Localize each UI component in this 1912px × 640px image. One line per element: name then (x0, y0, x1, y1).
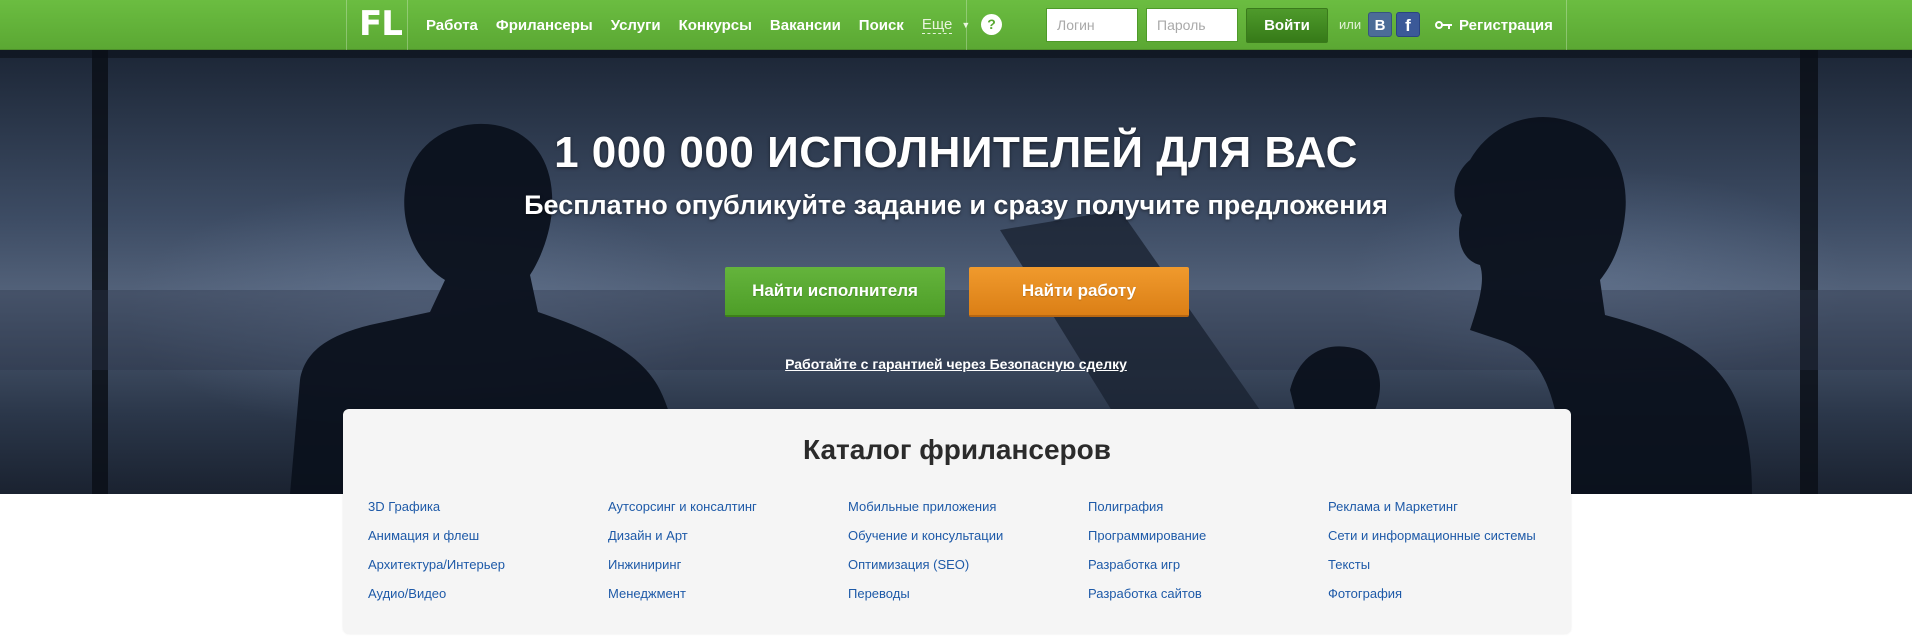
catalog-column: Мобильные приложения Обучение и консульт… (848, 492, 1078, 608)
hero-subtitle: Бесплатно опубликуйте задание и сразу по… (524, 190, 1388, 220)
catalog-link[interactable]: Аутсорсинг и консалтинг (608, 492, 838, 521)
nav-item-freelancers[interactable]: Фрилансеры (496, 17, 593, 34)
nav-item-contests[interactable]: Конкурсы (679, 17, 752, 34)
catalog-link[interactable]: Тексты (1328, 550, 1558, 579)
top-navigation-bar: FL Работа Фрилансеры Услуги Конкурсы Вак… (0, 0, 1912, 50)
catalog-title: Каталог фрилансеров (803, 434, 1111, 465)
safe-deal-link[interactable]: Работайте с гарантией через Безопасную с… (785, 356, 1127, 372)
catalog-column: Полиграфия Программирование Разработка и… (1088, 492, 1318, 608)
catalog-link[interactable]: Разработка игр (1088, 550, 1318, 579)
login-input[interactable] (1046, 8, 1138, 42)
catalog-link[interactable]: Фотография (1328, 579, 1558, 608)
catalog-link[interactable]: Сети и информационные системы (1328, 521, 1558, 550)
help-icon[interactable]: ? (981, 14, 1002, 35)
logo-link[interactable]: FL (346, 0, 408, 50)
catalog-link[interactable]: Инжиниринг (608, 550, 838, 579)
catalog-link[interactable]: Реклама и Маркетинг (1328, 492, 1558, 521)
vk-icon[interactable]: В (1368, 12, 1392, 37)
nav-more-dropdown[interactable]: Еще (921, 16, 953, 34)
catalog-column: 3D Графика Анимация и флеш Архитектура/И… (368, 492, 598, 608)
nav-item-services[interactable]: Услуги (611, 17, 661, 34)
nav-item-vacancies[interactable]: Вакансии (770, 17, 841, 34)
catalog-column: Аутсорсинг и консалтинг Дизайн и Арт Инж… (608, 492, 838, 608)
catalog-link[interactable]: Программирование (1088, 521, 1318, 550)
hero-title: 1 000 000 ИСПОЛНИТЕЛЕЙ ДЛЯ ВАС (554, 128, 1358, 177)
catalog-column: Реклама и Маркетинг Сети и информационны… (1328, 492, 1558, 608)
nav-item-work[interactable]: Работа (426, 17, 478, 34)
key-icon (1435, 21, 1452, 29)
find-freelancer-button[interactable]: Найти исполнителя (725, 267, 945, 317)
facebook-icon[interactable]: f (1396, 12, 1420, 37)
catalog-link[interactable]: Анимация и флеш (368, 521, 598, 550)
password-input[interactable] (1146, 8, 1238, 42)
safe-deal-container: Работайте с гарантией через Безопасную с… (0, 356, 1912, 374)
login-button[interactable]: Войти (1246, 8, 1328, 43)
top-navigation-inner: FL Работа Фрилансеры Услуги Конкурсы Вак… (346, 0, 1567, 50)
or-label: или (1339, 17, 1362, 32)
find-work-button[interactable]: Найти работу (969, 267, 1189, 317)
catalog-link[interactable]: Разработка сайтов (1088, 579, 1318, 608)
main-nav: Работа Фрилансеры Услуги Конкурсы Ваканс… (426, 0, 970, 50)
catalog-link[interactable]: Аудио/Видео (368, 579, 598, 608)
freelancer-catalog: Каталог фрилансеров 3D Графика Анимация … (343, 409, 1571, 634)
catalog-link[interactable]: Архитектура/Интерьер (368, 550, 598, 579)
catalog-link[interactable]: Менеджмент (608, 579, 838, 608)
nav-divider-right (1566, 0, 1567, 50)
nav-divider (966, 0, 967, 50)
catalog-link[interactable]: Оптимизация (SEO) (848, 550, 1078, 579)
catalog-link[interactable]: Полиграфия (1088, 492, 1318, 521)
catalog-link[interactable]: 3D Графика (368, 492, 598, 521)
register-label: Регистрация (1459, 16, 1553, 34)
register-link[interactable]: Регистрация (1435, 0, 1553, 50)
logo: FL (359, 4, 403, 44)
nav-item-search[interactable]: Поиск (859, 17, 904, 34)
catalog-link[interactable]: Мобильные приложения (848, 492, 1078, 521)
catalog-link[interactable]: Переводы (848, 579, 1078, 608)
catalog-link[interactable]: Дизайн и Арт (608, 521, 838, 550)
catalog-link[interactable]: Обучение и консультации (848, 521, 1078, 550)
